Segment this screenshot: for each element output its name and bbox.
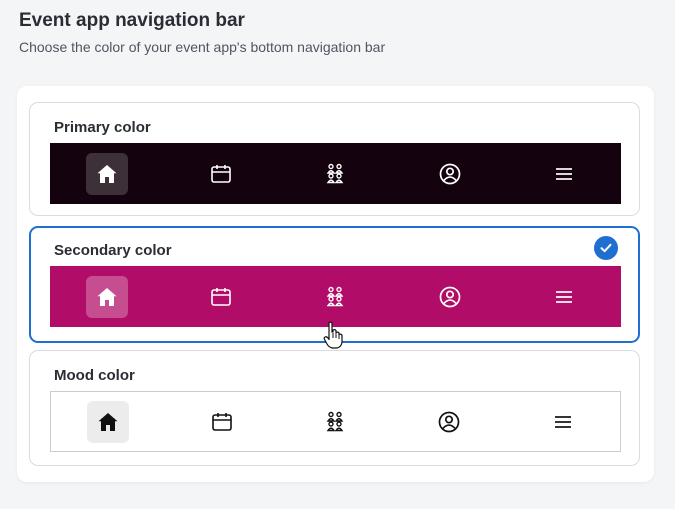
home-icon [97,287,117,306]
navbar-preview [50,143,621,204]
nav-item-calendar [200,153,242,195]
nav-item-home [86,400,129,443]
option-primary-color[interactable]: Primary color [29,102,640,216]
hand-cursor-icon [323,321,343,349]
navbar-preview [50,391,621,452]
option-label: Mood color [54,367,135,384]
color-options-panel: Primary color Secondary color Mood color [17,86,654,482]
menu-icon [555,167,572,180]
menu-icon [555,415,572,428]
nav-item-calendar [200,276,242,318]
page-subtitle: Choose the color of your event app's bot… [19,39,386,55]
calendar-icon [211,164,232,183]
profile-icon [439,286,461,307]
page-title: Event app navigation bar [19,10,245,31]
menu-icon [555,290,572,303]
nav-item-attendees [314,276,356,318]
nav-item-attendees [314,401,356,443]
profile-icon [438,411,460,432]
nav-item-menu [543,153,585,195]
option-label: Primary color [54,119,151,136]
nav-item-menu [543,276,585,318]
attendees-icon [327,286,344,306]
nav-item-home [86,152,129,195]
calendar-icon [211,412,232,431]
option-mood-color[interactable]: Mood color [29,350,640,466]
home-icon [98,412,118,431]
navbar-preview [50,266,621,327]
selected-check-icon [594,236,618,260]
nav-item-home [86,275,129,318]
attendees-icon [327,411,344,431]
calendar-icon [211,287,232,306]
home-icon [97,164,117,183]
profile-icon [439,163,461,184]
option-label: Secondary color [54,242,172,259]
nav-item-profile [429,276,471,318]
nav-item-calendar [201,401,243,443]
nav-item-attendees [314,153,356,195]
attendees-icon [327,163,344,183]
nav-item-profile [428,401,470,443]
nav-item-menu [542,401,584,443]
nav-item-profile [429,153,471,195]
